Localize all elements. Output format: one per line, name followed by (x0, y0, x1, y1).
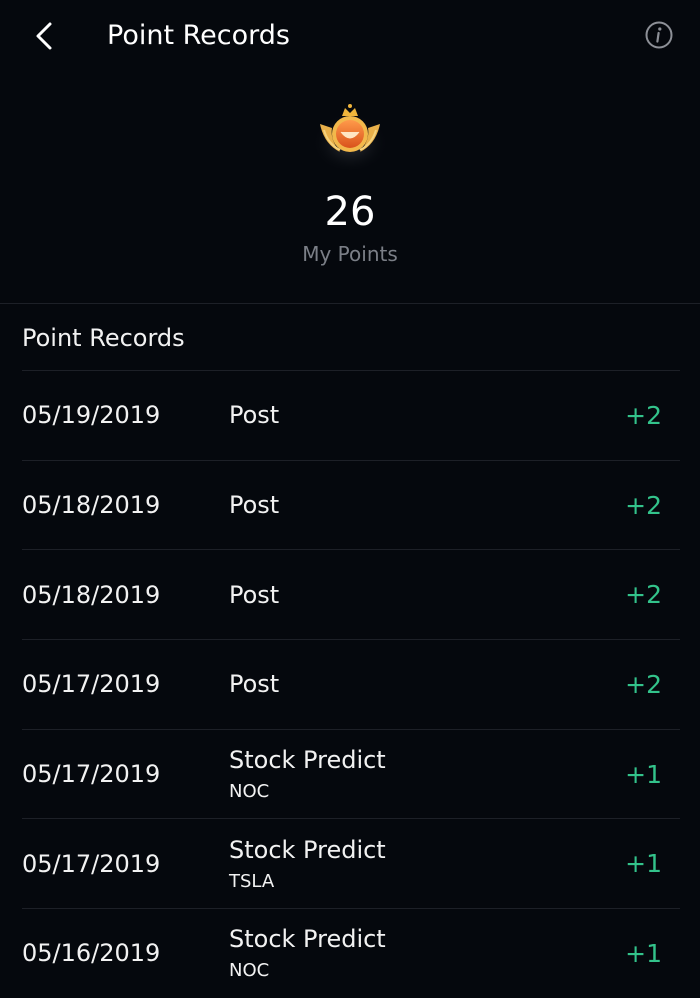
page-title: Point Records (107, 20, 290, 51)
section-divider (0, 303, 700, 304)
info-button[interactable] (644, 20, 674, 50)
record-row: 05/16/2019 Stock Predict NOC +1 (22, 908, 680, 998)
record-points: +2 (625, 669, 662, 699)
record-date: 05/17/2019 (22, 760, 161, 789)
record-points: +2 (625, 580, 662, 610)
info-icon (645, 21, 673, 49)
record-type-group: Post (229, 550, 279, 639)
record-type: Stock Predict (229, 746, 386, 775)
record-row: 05/17/2019 Post +2 (22, 639, 680, 729)
record-points: +1 (625, 938, 662, 968)
record-points: +1 (625, 849, 662, 879)
record-type: Post (229, 580, 280, 609)
record-row: 05/17/2019 Stock Predict NOC +1 (22, 728, 680, 819)
record-points: +2 (625, 490, 662, 520)
record-ticker: NOC (229, 960, 270, 982)
crowned-medal-icon (312, 104, 388, 170)
record-row: 05/17/2019 Stock Predict TSLA +1 (22, 818, 680, 908)
record-date: 05/18/2019 (22, 580, 161, 609)
record-ticker: NOC (229, 781, 270, 803)
points-summary: 26 My Points (0, 72, 700, 303)
record-type: Stock Predict (229, 925, 386, 954)
record-ticker: TSLA (229, 870, 275, 892)
record-date: 05/17/2019 (22, 849, 161, 878)
record-type: Stock Predict (229, 835, 386, 864)
record-type: Post (229, 401, 280, 430)
record-type: Post (229, 491, 280, 520)
my-points-value: 26 (324, 189, 376, 235)
record-row: 05/18/2019 Post +2 (22, 459, 680, 550)
record-date: 05/17/2019 (22, 670, 161, 699)
record-type-group: Post (229, 371, 279, 460)
my-points-label: My Points (302, 242, 398, 266)
record-date: 05/18/2019 (22, 491, 161, 520)
record-type-group: Stock Predict TSLA (229, 819, 386, 908)
record-points: +2 (625, 400, 662, 430)
record-type-group: Post (229, 461, 279, 550)
record-type-group: Post (229, 640, 279, 729)
chevron-left-icon (36, 22, 52, 50)
record-date: 05/16/2019 (22, 939, 161, 968)
record-points: +1 (625, 759, 662, 789)
record-type-group: Stock Predict NOC (229, 909, 386, 998)
records-section-title: Point Records (22, 324, 185, 352)
record-row: 05/19/2019 Post +2 (22, 370, 680, 460)
back-button[interactable] (24, 16, 64, 56)
top-bar: Point Records (0, 0, 700, 72)
record-date: 05/19/2019 (22, 401, 161, 430)
record-type-group: Stock Predict NOC (229, 730, 386, 819)
records-list: 05/19/2019 Post +2 05/18/2019 Post +2 05… (0, 370, 700, 998)
record-type: Post (229, 670, 280, 699)
record-row: 05/18/2019 Post +2 (22, 549, 680, 639)
